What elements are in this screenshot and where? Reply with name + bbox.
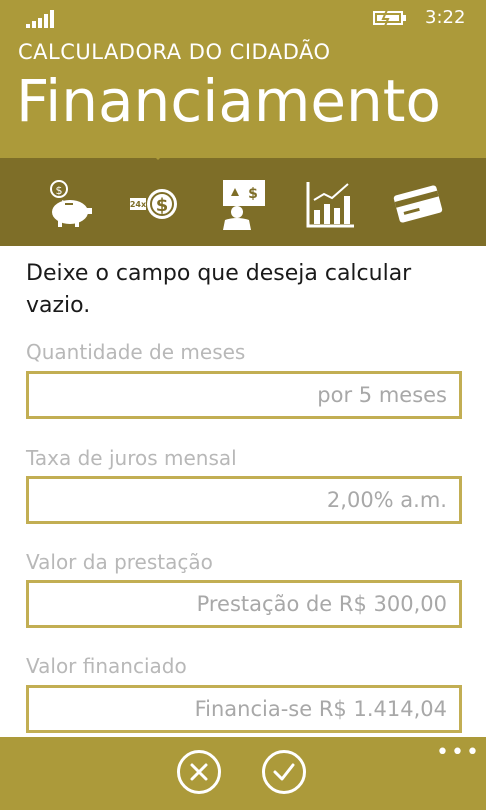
- close-icon: [190, 763, 208, 781]
- selected-tab-pointer: [148, 150, 168, 160]
- credit-card-icon: [393, 185, 443, 223]
- app-title: CALCULADORA DO CIDADÃO: [18, 40, 331, 64]
- page-title: Financiamento: [16, 67, 442, 135]
- app-bar: [0, 737, 486, 810]
- tab-installments[interactable]: 24x $: [126, 176, 182, 232]
- svg-text:$: $: [248, 186, 258, 202]
- installment-value-input[interactable]: [29, 583, 459, 625]
- tab-credit-card[interactable]: [390, 176, 446, 232]
- status-time: 3:22: [425, 7, 466, 28]
- confirm-button[interactable]: [262, 750, 306, 794]
- installment-value-label: Valor da prestação: [26, 550, 213, 574]
- interest-rate-label: Taxa de juros mensal: [26, 446, 237, 470]
- battery-charging-icon: [373, 10, 406, 26]
- check-icon: [273, 763, 295, 781]
- tab-bar-chart[interactable]: [302, 176, 358, 232]
- status-bar: 3:22: [0, 0, 486, 36]
- presentation-icon: $: [223, 180, 265, 230]
- bar-chart-icon: [306, 182, 354, 228]
- tab-presentation[interactable]: $: [215, 176, 271, 232]
- installment-value-field-box: [26, 580, 462, 628]
- svg-text:$: $: [56, 184, 63, 197]
- interest-rate-input[interactable]: [29, 479, 459, 521]
- more-options-button[interactable]: •••: [436, 740, 481, 765]
- installments-icon: 24x $: [130, 189, 177, 219]
- months-field-box: [26, 371, 462, 419]
- financed-value-field-box: [26, 685, 462, 733]
- financed-value-label: Valor financiado: [26, 654, 187, 678]
- months-input[interactable]: [29, 374, 459, 416]
- months-label: Quantidade de meses: [26, 340, 246, 364]
- header-bar: 3:22 CALCULADORA DO CIDADÃO Financiament…: [0, 0, 486, 158]
- interest-rate-field-box: [26, 476, 462, 524]
- piggy-bank-icon: $: [50, 180, 92, 227]
- svg-text:$: $: [156, 195, 169, 216]
- financed-value-input[interactable]: [29, 688, 459, 730]
- tab-piggy-bank[interactable]: $: [40, 176, 96, 232]
- signal-strength-icon: [26, 10, 54, 28]
- cancel-button[interactable]: [177, 750, 221, 794]
- instruction-text: Deixe o campo que deseja calcular vazio.: [26, 261, 412, 318]
- svg-text:24x: 24x: [130, 200, 147, 209]
